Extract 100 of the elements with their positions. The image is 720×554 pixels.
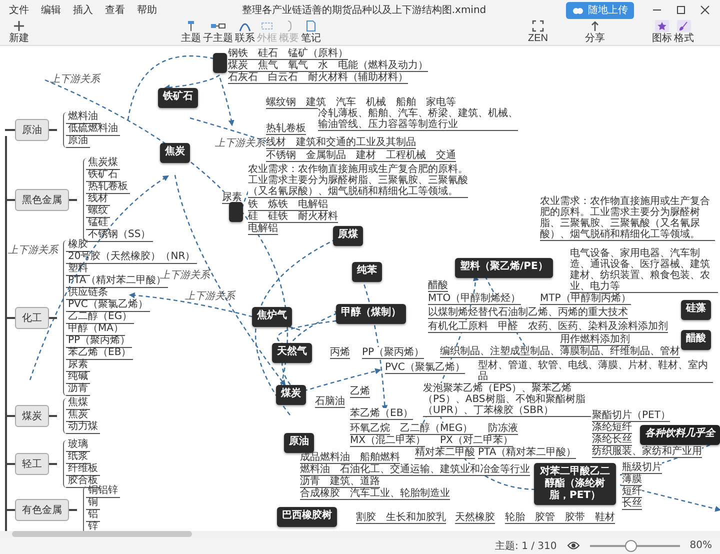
- subtopic-label[interactable]: 乙二醇（EG）: [66, 312, 134, 324]
- branch-label[interactable]: 精对苯二甲酸: [415, 447, 475, 459]
- branch-label[interactable]: 涤纶长丝: [592, 434, 632, 446]
- subtopic-label[interactable]: 原油: [66, 136, 90, 148]
- branch-label[interactable]: 发泡聚苯乙烯（EPS）、聚苯乙烯（PS）、ABS树脂、不饱和聚酯树脂（UPR）、丁苯橡胶（SBR）: [423, 383, 591, 417]
- dark-topic[interactable]: 原油: [284, 433, 314, 453]
- subtopic-label[interactable]: 橡胶: [66, 240, 90, 252]
- branch-label[interactable]: 农业需求：农作物直接施用或生产复合肥的原料。工业需求主要分为脲醛树脂、三聚氰胺、三聚氰酸（又名氰尿酸）、烟气脱硝和精细化工等领域。: [248, 164, 468, 198]
- branch-label[interactable]: 型材、管道、软管、电线、薄膜、片材、鞋材、室内品: [478, 360, 713, 383]
- subtopic-label[interactable]: 铁矿石: [86, 170, 120, 182]
- dark-topic[interactable]: 铁矿石: [158, 88, 198, 108]
- branch-label[interactable]: 丙烯: [330, 347, 350, 359]
- toolbar-button[interactable]: 图标: [651, 20, 673, 44]
- branch-label[interactable]: 乙烯: [350, 386, 370, 398]
- toolbar-button[interactable]: 格式: [673, 20, 695, 44]
- menu-item[interactable]: 文件: [4, 3, 34, 17]
- branch-label[interactable]: PP（聚丙烯）: [362, 347, 424, 359]
- subtopic-label[interactable]: 沥青: [66, 384, 90, 396]
- subtopic-label[interactable]: 动力煤: [66, 422, 100, 434]
- category-topic[interactable]: 原油: [15, 119, 49, 141]
- category-topic[interactable]: 有色金属: [15, 499, 69, 521]
- subtopic-label[interactable]: 纤维板: [66, 464, 100, 476]
- branch-label[interactable]: PX（对二甲苯）: [440, 435, 513, 447]
- subtopic-label[interactable]: 热轧卷板: [86, 182, 130, 194]
- subtopic-label[interactable]: 玻璃: [66, 440, 90, 452]
- dark-topic[interactable]: 对苯二甲酸乙二醇酯（涤纶树脂，PET）: [534, 463, 616, 505]
- branch-label[interactable]: 电解铝: [248, 223, 278, 235]
- branch-label[interactable]: 合成橡胶 汽车工业、轮胎制造业: [300, 488, 450, 500]
- toolbar-button[interactable]: 主题: [180, 20, 202, 44]
- subtopic-label[interactable]: 尿素: [66, 360, 90, 372]
- branch-label[interactable]: 硅 硅铁 耐火材料: [248, 211, 338, 223]
- category-topic[interactable]: 轻工: [15, 453, 49, 475]
- branch-label[interactable]: 螺纹钢 建筑 汽车 机械 船舶 家电等: [266, 97, 456, 109]
- subtopic-label[interactable]: 螺纹: [86, 206, 110, 218]
- branch-label[interactable]: PVC（聚氯乙烯）: [385, 362, 465, 374]
- branch-label[interactable]: 防冻液: [488, 423, 518, 435]
- menu-item[interactable]: 查看: [100, 3, 130, 17]
- subtopic-label[interactable]: PP（聚丙烯）: [66, 336, 132, 348]
- dark-topic[interactable]: 焦炭: [160, 143, 190, 163]
- subtopic-label[interactable]: 焦炭煤: [86, 158, 120, 170]
- branch-label[interactable]: 苯乙烯（EB）: [350, 408, 414, 420]
- dark-topic[interactable]: 硅藻: [681, 300, 711, 320]
- branch-label[interactable]: 煤炭 焦气 氧气 水 电能（燃料及动力）: [228, 60, 428, 72]
- dark-topic-shape[interactable]: [229, 202, 243, 222]
- subtopic-label[interactable]: 甲醇（MA）: [66, 324, 126, 336]
- subtopic-label[interactable]: 纯碱: [66, 372, 90, 384]
- branch-label[interactable]: 环氧乙烷: [350, 423, 390, 435]
- branch-label[interactable]: 热轧卷板: [266, 123, 306, 135]
- branch-label[interactable]: 编织制品、注塑成型制品、薄膜制品、纤维制品、管材: [440, 346, 680, 358]
- subtopic-label[interactable]: 线材: [86, 194, 110, 206]
- subtopic-label[interactable]: 苯乙烯（EB）: [66, 348, 134, 360]
- subtopic-label[interactable]: 供应链条: [66, 288, 110, 300]
- branch-label[interactable]: 石灰石 白云石 耐火材料（辅助材料）: [228, 72, 408, 84]
- dark-topic[interactable]: 巴西橡胶树: [277, 507, 337, 527]
- branch-label[interactable]: 线材 建筑和交通的工业及其制品: [266, 137, 416, 149]
- dark-topic[interactable]: 原煤: [333, 226, 363, 246]
- branch-label[interactable]: 农业需求：农作物直接施用或生产复合肥的原料。工业需求主要分为脲醛树脂、三聚氰胺、三聚氰酸（又名氰尿酸）、烟气脱硝和精细化工等领域。: [540, 196, 715, 241]
- branch-label[interactable]: 不锈钢 金属制品 建材 工程机械 交通: [266, 150, 456, 162]
- toolbar-button[interactable]: 笔记: [300, 20, 322, 44]
- dark-topic[interactable]: 醋酸: [681, 330, 711, 350]
- branch-label[interactable]: 燃料油 石油化工、交通运输、建筑业和冶金等行业: [300, 464, 530, 476]
- branch-label[interactable]: 短纤: [622, 486, 642, 498]
- dark-topic[interactable]: 天然气: [272, 343, 312, 363]
- category-topic[interactable]: 煤炭: [15, 405, 49, 427]
- toolbar-button[interactable]: 分享: [584, 20, 606, 44]
- dark-topic[interactable]: 塑料（聚乙烯/PE）: [455, 258, 553, 278]
- branch-label[interactable]: 尿素: [222, 192, 242, 204]
- eye-icon[interactable]: [566, 541, 580, 550]
- branch-label[interactable]: 沥青 建筑、道路: [300, 476, 380, 488]
- toolbar-button[interactable]: 联系: [234, 20, 256, 44]
- toolbar-button[interactable]: 新建: [8, 20, 30, 44]
- branch-label[interactable]: 电气设备、家用电器、汽车制造、通讯设备、医疗器械、建筑建材、纺织装置、粮食包装、农业、电力等: [570, 248, 718, 293]
- subtopic-label[interactable]: 不锈钢（SS）: [86, 230, 153, 242]
- menu-item[interactable]: 帮助: [132, 3, 162, 17]
- branch-label[interactable]: 长丝: [622, 498, 642, 510]
- branch-label[interactable]: 天然橡胶: [455, 512, 495, 524]
- note-topic[interactable]: 各种饮料几乎全: [640, 425, 720, 445]
- branch-label[interactable]: MTO（甲醇制烯烃）: [428, 293, 521, 305]
- branch-label[interactable]: 纺织服装、家纺和产业用: [592, 446, 702, 458]
- scrollbar-thumb[interactable]: [12, 531, 192, 537]
- dark-topic[interactable]: 焦炉气: [252, 307, 292, 327]
- subtopic-label[interactable]: 纸浆: [66, 452, 90, 464]
- subtopic-label[interactable]: 20号胶（天然橡胶）（NR）: [66, 252, 198, 264]
- branch-label[interactable]: MTP（甲醇制丙烯）: [540, 293, 631, 305]
- branch-label[interactable]: 冷轧薄板、船舶、汽车、桥梁、建筑、机械、输油管线、压力容器等制造行业: [318, 108, 518, 131]
- branch-label[interactable]: 乙二醇（MEG）: [400, 423, 473, 435]
- branch-label[interactable]: 用作燃料添加剂: [560, 334, 630, 346]
- category-topic[interactable]: 化工: [15, 307, 49, 329]
- branch-label[interactable]: 聚酯切片（PET）: [592, 410, 670, 422]
- subtopic-label[interactable]: 焦煤: [66, 398, 90, 410]
- dark-topic[interactable]: 甲醇（煤制）: [336, 304, 406, 324]
- branch-label[interactable]: PTA（精对苯二甲酸）: [478, 447, 576, 459]
- subtopic-label[interactable]: 铝: [86, 510, 100, 522]
- branch-label[interactable]: 割胶 生长和加胶乳: [356, 512, 446, 524]
- branch-label[interactable]: 瓶级切片: [622, 462, 662, 474]
- branch-label[interactable]: 薄膜: [622, 474, 642, 486]
- branch-label[interactable]: MX（混二甲苯）: [350, 435, 426, 447]
- branch-label[interactable]: 铁 炼铁 电解铝: [248, 199, 328, 211]
- subtopic-label[interactable]: 铜: [86, 498, 100, 510]
- toolbar-button[interactable]: 子主题: [202, 20, 234, 44]
